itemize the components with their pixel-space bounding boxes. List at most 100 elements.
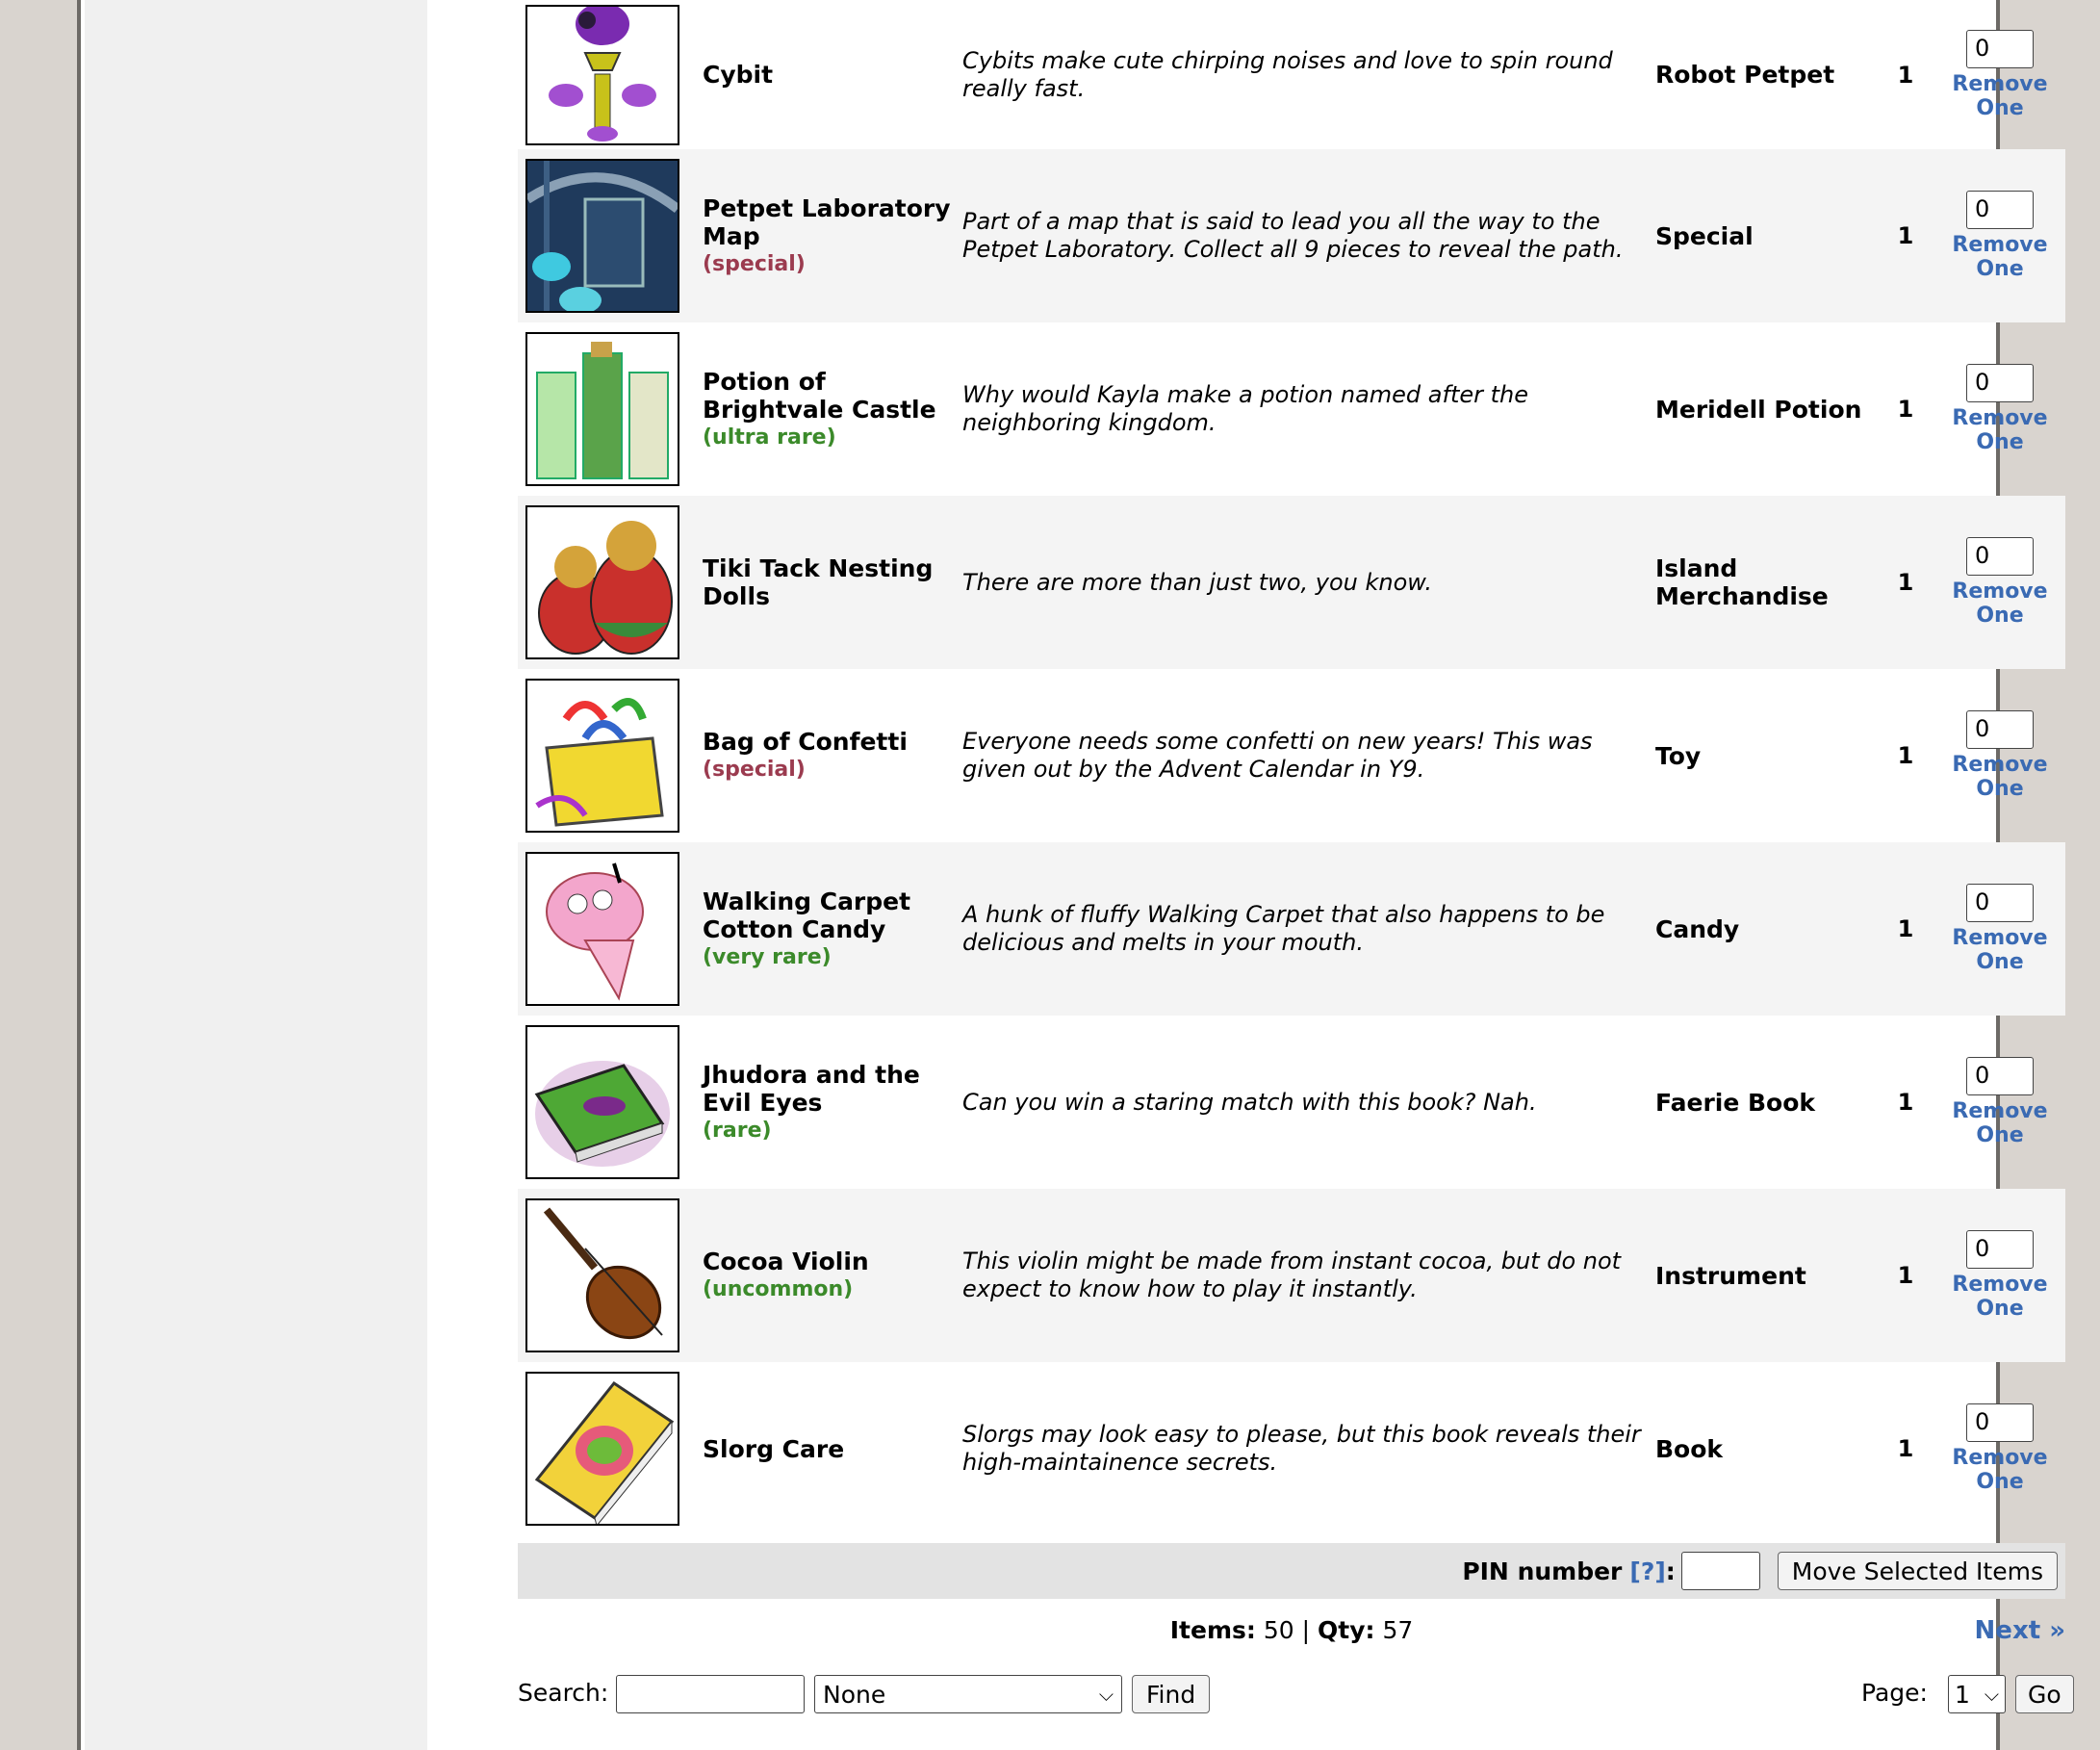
remove-one-link[interactable]: Remove One [1934, 579, 2065, 628]
remove-one-link[interactable]: Remove One [1934, 753, 2065, 801]
item-image-cell [518, 1016, 695, 1189]
item-name: Bag of Confetti [703, 728, 908, 756]
item-row: Walking Carpet Cotton Candy (very rare) … [518, 842, 2065, 1016]
remove-qty-input[interactable]: 0 [1966, 710, 2034, 749]
item-description: A hunk of fluffy Walking Carpet that als… [962, 901, 1605, 956]
item-image-cell [518, 149, 695, 322]
cotton-candy-icon[interactable] [525, 852, 679, 1006]
item-qty: 1 [1897, 222, 1914, 249]
item-qty: 1 [1897, 396, 1914, 423]
item-row: Slorg Care Slorgs may look easy to pleas… [518, 1362, 2065, 1535]
items-label: Items: [1169, 1616, 1256, 1644]
search-bar: Search: None ⌵ Find Page: 1 ⌵ Go [518, 1673, 2074, 1715]
remove-cell: 0 Remove One [1934, 842, 2065, 1016]
page-select[interactable]: 1 ⌵ [1948, 1675, 2006, 1713]
remove-one-link[interactable]: Remove One [1934, 233, 2065, 281]
item-type: Meridell Potion [1655, 395, 1862, 424]
item-name: Cocoa Violin [703, 1248, 869, 1275]
item-row: Cocoa Violin (uncommon) This violin migh… [518, 1189, 2065, 1362]
remove-qty-input[interactable]: 0 [1966, 29, 2034, 68]
item-qty: 1 [1897, 1089, 1914, 1116]
castle-potion-icon[interactable] [525, 332, 679, 486]
items-count: 50 [1263, 1616, 1294, 1644]
purple-robot-petpet-icon[interactable] [525, 4, 679, 145]
green-book-icon[interactable] [525, 1025, 679, 1179]
item-name-cell: Tiki Tack Nesting Dolls [695, 496, 962, 669]
pin-label: PIN number [1462, 1557, 1623, 1585]
item-image-cell [518, 842, 695, 1016]
remove-qty-input[interactable]: 0 [1966, 1403, 2034, 1442]
pin-bar: PIN number [?] : Move Selected Items [518, 1543, 2065, 1599]
item-name: Petpet Laboratory Map [703, 193, 951, 250]
remove-qty-input[interactable]: 0 [1966, 884, 2034, 922]
item-rarity: (special) [703, 758, 806, 782]
item-rarity: (very rare) [703, 944, 832, 969]
item-row: Potion of Brightvale Castle (ultra rare)… [518, 322, 2065, 496]
item-description: This violin might be made from instant c… [962, 1248, 1622, 1302]
nesting-dolls-icon[interactable] [525, 505, 679, 659]
item-name-cell: Cocoa Violin (uncommon) [695, 1189, 962, 1362]
remove-qty-input[interactable]: 0 [1966, 537, 2034, 576]
item-type: Instrument [1655, 1261, 1806, 1290]
item-name-cell: Walking Carpet Cotton Candy (very rare) [695, 842, 962, 1016]
remove-cell: 0 Remove One [1934, 669, 2065, 842]
remove-one-link[interactable]: Remove One [1934, 926, 2065, 974]
inventory-content: Cybit Cybits make cute chirping noises a… [518, 0, 2074, 1713]
item-rarity: (ultra rare) [703, 425, 836, 450]
item-name-cell: Slorg Care [695, 1362, 962, 1535]
item-image-cell [518, 0, 695, 149]
item-name-cell: Petpet Laboratory Map (special) [695, 149, 962, 322]
pin-help-link[interactable]: [?] [1629, 1557, 1665, 1585]
item-row: Tiki Tack Nesting Dolls There are more t… [518, 496, 2065, 669]
item-name: Cybit [703, 61, 774, 89]
remove-one-link[interactable]: Remove One [1934, 72, 2065, 120]
find-button[interactable]: Find [1132, 1675, 1211, 1713]
remove-qty-input[interactable]: 0 [1966, 1230, 2034, 1269]
item-rarity: (rare) [703, 1118, 772, 1143]
remove-qty-input[interactable]: 0 [1966, 191, 2034, 229]
page-frame: Cybit Cybits make cute chirping noises a… [77, 0, 2074, 1750]
item-type: Candy [1655, 914, 1740, 943]
item-qty: 1 [1897, 1262, 1914, 1289]
item-description: Cybits make cute chirping noises and lov… [962, 46, 1613, 102]
item-type: Island Merchandise [1655, 554, 1829, 610]
violin-icon[interactable] [525, 1198, 679, 1352]
pin-input[interactable] [1680, 1552, 1760, 1590]
remove-qty-input[interactable]: 0 [1966, 1057, 2034, 1095]
left-sidebar [85, 0, 427, 1750]
item-name-cell: Potion of Brightvale Castle (ultra rare) [695, 322, 962, 496]
remove-cell: 0 Remove One [1934, 149, 2065, 322]
item-type: Faerie Book [1655, 1088, 1816, 1117]
item-image-cell [518, 669, 695, 842]
filter-selected: None [823, 1680, 886, 1709]
item-image-cell [518, 1189, 695, 1362]
item-qty: 1 [1897, 915, 1914, 942]
chevron-down-icon: ⌵ [1984, 1683, 1999, 1706]
search-input[interactable] [616, 1675, 805, 1713]
remove-cell: 0 Remove One [1934, 1016, 2065, 1189]
remove-one-link[interactable]: Remove One [1934, 406, 2065, 454]
remove-one-link[interactable]: Remove One [1934, 1446, 2065, 1494]
chevron-down-icon: ⌵ [1098, 1683, 1114, 1706]
filter-select[interactable]: None ⌵ [814, 1675, 1122, 1713]
lab-map-piece-icon[interactable] [525, 159, 679, 313]
remove-one-link[interactable]: Remove One [1934, 1273, 2065, 1321]
yellow-book-icon[interactable] [525, 1372, 679, 1526]
summary-separator: | [1301, 1616, 1311, 1644]
move-selected-items-button[interactable]: Move Selected Items [1777, 1552, 2058, 1590]
item-type: Toy [1655, 741, 1702, 770]
qty-label: Qty: [1317, 1616, 1375, 1644]
item-name: Potion of Brightvale Castle [703, 367, 936, 424]
confetti-bag-icon[interactable] [525, 679, 679, 833]
item-type: Book [1655, 1434, 1724, 1463]
page-label: Page: [1861, 1679, 1928, 1707]
go-button[interactable]: Go [2015, 1675, 2074, 1713]
remove-qty-input[interactable]: 0 [1966, 364, 2034, 402]
remove-cell: 0 Remove One [1934, 496, 2065, 669]
remove-cell: 0 Remove One [1934, 1362, 2065, 1535]
remove-cell: 0 Remove One [1934, 1189, 2065, 1362]
item-row: Jhudora and the Evil Eyes (rare) Can you… [518, 1016, 2065, 1189]
remove-one-link[interactable]: Remove One [1934, 1099, 2065, 1147]
page-selected: 1 [1955, 1680, 1970, 1709]
next-page-link[interactable]: Next » [1975, 1616, 2065, 1645]
